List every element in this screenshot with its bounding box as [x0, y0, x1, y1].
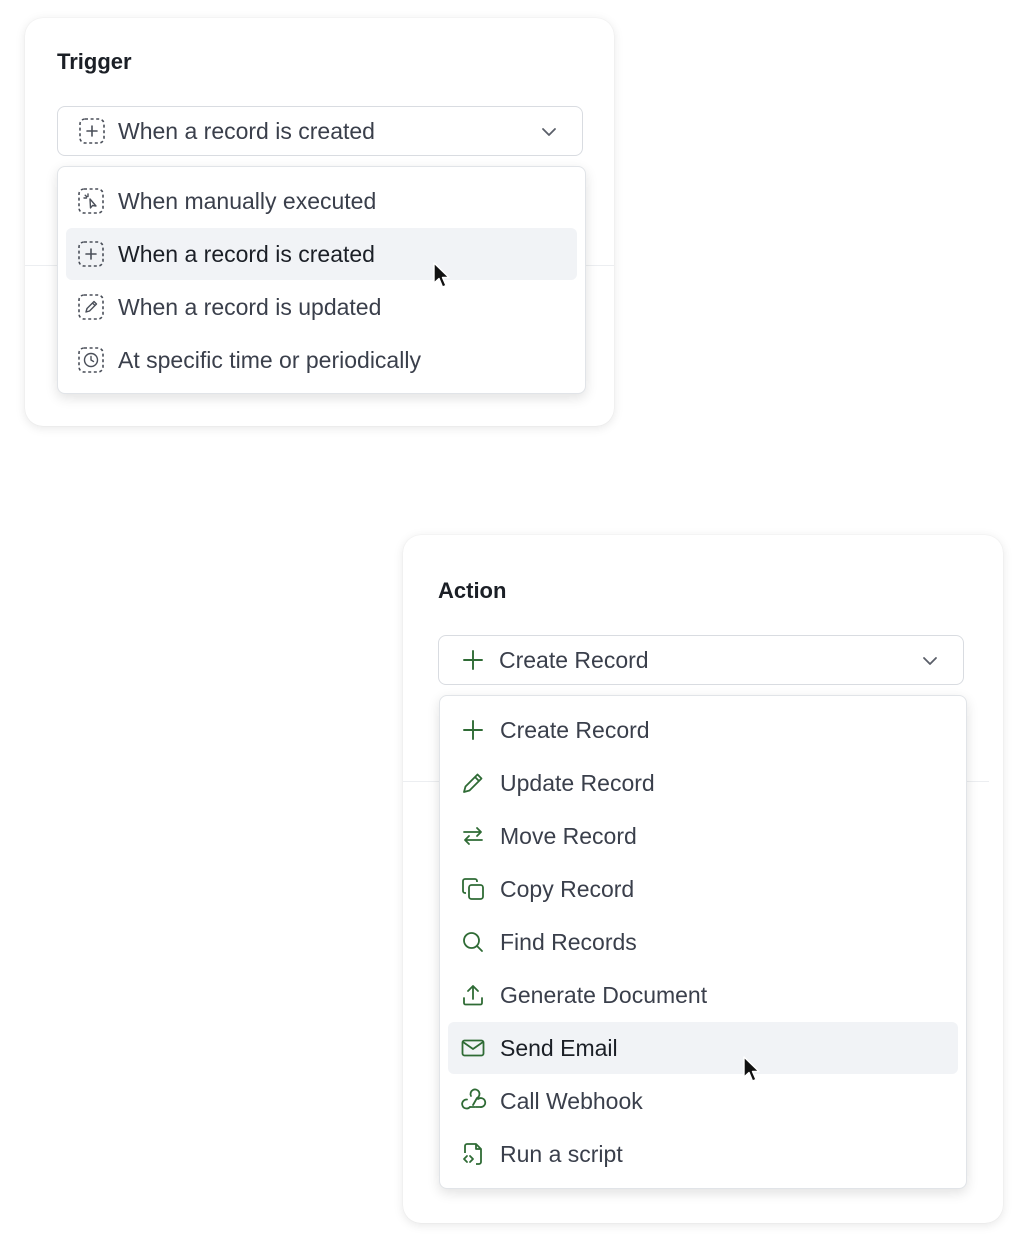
upload-icon	[459, 981, 487, 1009]
trigger-option-created[interactable]: When a record is created	[66, 228, 577, 280]
dashed-clock-icon	[77, 346, 105, 374]
action-option-send-email[interactable]: Send Email	[448, 1022, 958, 1074]
action-dropdown-menu: Create Record Update Record Move Record …	[439, 695, 967, 1189]
action-select[interactable]: Create Record	[438, 635, 964, 685]
action-option-label: Generate Document	[500, 981, 708, 1008]
chevron-down-icon	[921, 652, 939, 675]
action-option-call-webhook[interactable]: Call Webhook	[448, 1075, 958, 1127]
action-option-label: Call Webhook	[500, 1087, 643, 1114]
action-option-find-records[interactable]: Find Records	[448, 916, 958, 968]
mail-icon	[459, 1034, 487, 1062]
dashed-plus-icon	[78, 117, 106, 145]
dashed-plus-icon	[77, 240, 105, 268]
dashed-pencil-icon	[77, 293, 105, 321]
action-option-label: Find Records	[500, 928, 637, 955]
chevron-down-icon	[540, 123, 558, 146]
action-option-update-record[interactable]: Update Record	[448, 757, 958, 809]
trigger-option-manual[interactable]: When manually executed	[66, 175, 577, 227]
action-option-label: Update Record	[500, 769, 655, 796]
script-file-icon	[459, 1140, 487, 1168]
trigger-option-label: At specific time or periodically	[118, 346, 421, 373]
trigger-select-value: When a record is created	[118, 117, 375, 144]
search-icon	[459, 928, 487, 956]
plus-icon	[459, 716, 487, 744]
action-option-run-script[interactable]: Run a script	[448, 1128, 958, 1180]
action-option-copy-record[interactable]: Copy Record	[448, 863, 958, 915]
action-option-create-record[interactable]: Create Record	[448, 704, 958, 756]
mouse-pointer-icon	[743, 1056, 760, 1082]
trigger-option-scheduled[interactable]: At specific time or periodically	[66, 334, 577, 386]
action-option-label: Move Record	[500, 822, 637, 849]
action-select-value: Create Record	[499, 646, 649, 673]
trigger-select[interactable]: When a record is created	[57, 106, 583, 156]
swap-arrows-icon	[459, 822, 487, 850]
trigger-title: Trigger	[57, 49, 132, 74]
action-option-label: Run a script	[500, 1140, 623, 1167]
action-title: Action	[438, 578, 507, 603]
webhook-icon	[459, 1087, 487, 1115]
pencil-icon	[459, 769, 487, 797]
action-option-generate-document[interactable]: Generate Document	[448, 969, 958, 1021]
trigger-option-updated[interactable]: When a record is updated	[66, 281, 577, 333]
plus-icon	[459, 646, 487, 674]
action-option-move-record[interactable]: Move Record	[448, 810, 958, 862]
action-option-label: Send Email	[500, 1034, 618, 1061]
copy-icon	[459, 875, 487, 903]
action-option-label: Copy Record	[500, 875, 635, 902]
mouse-pointer-icon	[433, 262, 450, 288]
trigger-option-label: When manually executed	[118, 187, 377, 214]
action-option-label: Create Record	[500, 716, 650, 743]
trigger-option-label: When a record is updated	[118, 293, 382, 320]
dashed-click-icon	[77, 187, 105, 215]
trigger-option-label: When a record is created	[118, 240, 375, 267]
trigger-dropdown-menu: When manually executed When a record is …	[57, 166, 586, 394]
